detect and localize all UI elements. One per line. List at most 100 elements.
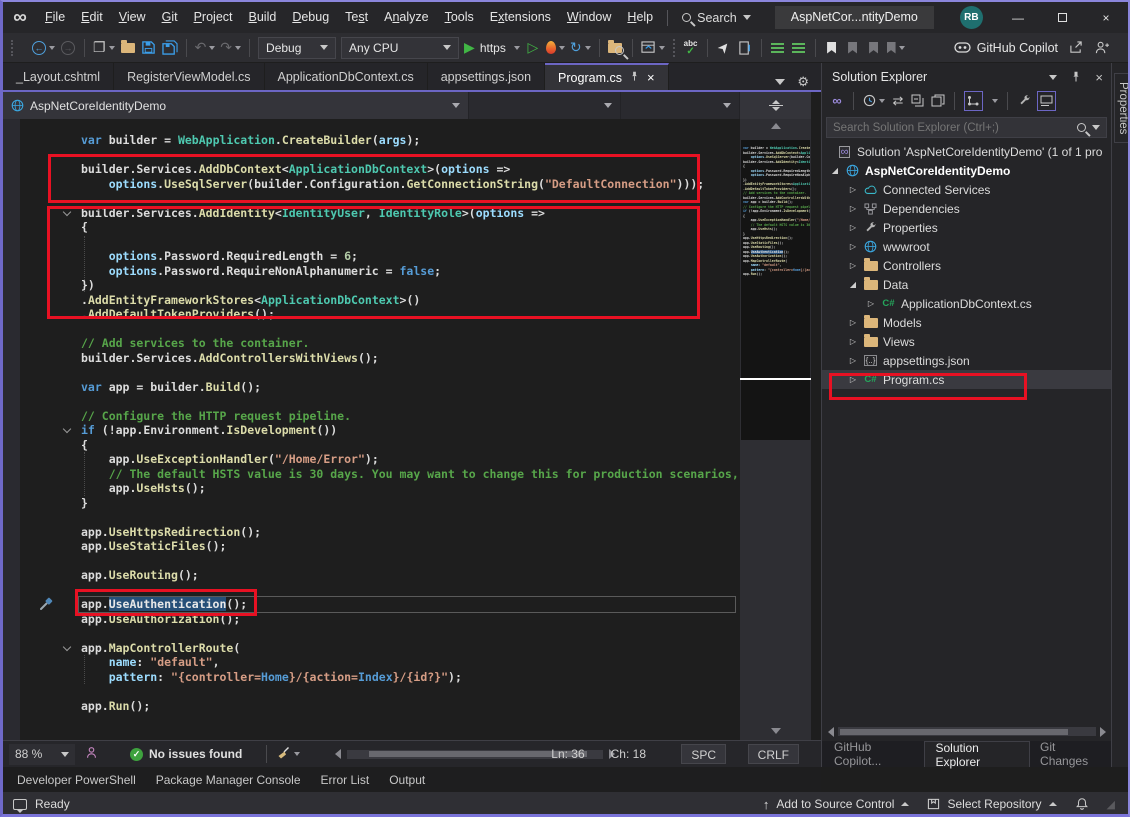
menu-tools[interactable]: Tools <box>437 2 482 33</box>
fold-chevron-icon[interactable] <box>62 424 72 434</box>
start-without-debugging-button[interactable]: ▷ <box>525 38 541 58</box>
avatar[interactable]: RB <box>959 6 983 29</box>
zoom-select[interactable]: 88 % <box>9 743 75 765</box>
close-icon[interactable]: × <box>647 70 655 85</box>
preview-selected-items-icon[interactable] <box>1037 90 1056 111</box>
tab-list-chevron-icon[interactable] <box>775 79 786 85</box>
switch-views-icon[interactable]: ⇄ <box>891 91 905 111</box>
menu-edit[interactable]: Edit <box>73 2 111 33</box>
select-repository-button[interactable]: Select Repository <box>927 797 1057 811</box>
bottom-tab-output[interactable]: Output <box>383 773 431 787</box>
save-button[interactable] <box>141 38 157 58</box>
menu-project[interactable]: Project <box>186 2 241 33</box>
search-input[interactable] <box>833 121 1071 134</box>
bottom-tab-package-manager-console[interactable]: Package Manager Console <box>150 773 307 787</box>
feedback-bubble-icon[interactable] <box>13 798 27 813</box>
tree-item-data[interactable]: ◢ Data <box>822 275 1111 294</box>
find-in-files-button[interactable] <box>607 38 624 58</box>
maximize-button[interactable] <box>1040 2 1084 33</box>
scroll-down-icon[interactable] <box>740 728 811 734</box>
minimize-button[interactable]: — <box>996 2 1040 33</box>
menu-view[interactable]: View <box>111 2 154 33</box>
tree-item-controllers[interactable]: ▷ Controllers <box>822 256 1111 275</box>
tree-item-dependencies[interactable]: ▷ Dependencies <box>822 199 1111 218</box>
code-editor[interactable]: var builder = WebApplication.CreateBuild… <box>3 119 740 740</box>
menu-build[interactable]: Build <box>241 2 285 33</box>
quick-actions-screwdriver-icon[interactable] <box>39 595 55 616</box>
editor-split-handle[interactable] <box>740 92 811 119</box>
menu-help[interactable]: Help <box>619 2 661 33</box>
line-ending-indicator[interactable]: CRLF <box>747 744 799 764</box>
collapsed-expander-icon[interactable]: ▷ <box>848 261 858 270</box>
type-dropdown[interactable] <box>469 92 621 119</box>
tree-item-solution-aspnetcoreidentitydemo-1-of-1-p[interactable]: ∞ Solution 'AspNetCoreIdentityDemo' (1 of… <box>822 142 1111 161</box>
navigate-forward-button[interactable]: → <box>60 38 76 58</box>
platform-select[interactable]: Any CPU <box>341 36 460 59</box>
fold-chevron-icon[interactable] <box>62 642 72 651</box>
start-debugging-button[interactable]: ▶ https <box>464 38 520 58</box>
send-feedback-button[interactable] <box>1094 38 1110 58</box>
tree-item-connected-services[interactable]: ▷ Connected Services <box>822 180 1111 199</box>
menu-test[interactable]: Test <box>337 2 376 33</box>
add-to-source-control-button[interactable]: ↑ Add to Source Control <box>763 797 910 812</box>
indent-decrease-button[interactable] <box>770 38 786 58</box>
indent-increase-button[interactable] <box>791 38 807 58</box>
tab--layout-cshtml[interactable]: _Layout.cshtml <box>3 63 115 90</box>
bottom-tab-error-list[interactable]: Error List <box>315 773 376 787</box>
sync-document-button[interactable] <box>737 38 753 58</box>
undo-button[interactable]: ↶ <box>195 38 216 58</box>
redo-button[interactable]: ↷ <box>220 38 242 58</box>
tree-item-properties[interactable]: ▷ Properties <box>822 218 1111 237</box>
panel-tab-github-copilot-[interactable]: GitHub Copilot... <box>824 740 924 768</box>
menu-git[interactable]: Git <box>154 2 186 33</box>
properties-window-icon[interactable] <box>931 91 945 111</box>
menu-window[interactable]: Window <box>559 2 619 33</box>
github-copilot-button[interactable]: GitHub Copilot <box>954 38 1058 58</box>
panel-tab-solution-explorer[interactable]: Solution Explorer <box>924 741 1031 769</box>
nested-view-toggle-icon[interactable] <box>964 90 983 111</box>
menu-file[interactable]: File <box>37 2 73 33</box>
wrench-icon[interactable] <box>1017 91 1031 111</box>
fold-chevron-icon[interactable] <box>62 207 72 216</box>
panel-horizontal-scrollbar[interactable] <box>828 726 1106 737</box>
tree-item-wwwroot[interactable]: ▷ wwwroot <box>822 237 1111 256</box>
collapsed-expander-icon[interactable]: ▷ <box>848 185 858 194</box>
member-dropdown[interactable] <box>621 92 740 119</box>
menu-analyze[interactable]: Analyze <box>376 2 436 33</box>
solution-explorer-search[interactable] <box>826 117 1107 138</box>
new-project-button[interactable]: ❐ <box>93 38 115 58</box>
previous-bookmark-button[interactable] <box>845 38 861 58</box>
tab-appsettings-json[interactable]: appsettings.json <box>428 63 546 90</box>
bottom-tab-developer-powershell[interactable]: Developer PowerShell <box>11 773 142 787</box>
tab-properties[interactable]: Properties <box>1114 73 1128 144</box>
tree-item-aspnetcoreidentitydemo[interactable]: ◢ AspNetCoreIdentityDemo <box>822 161 1111 180</box>
go-to-cursor-button[interactable]: ➤ <box>713 38 733 58</box>
pin-icon[interactable] <box>1070 71 1082 83</box>
bell-icon[interactable] <box>1075 797 1089 811</box>
search-box[interactable]: Search <box>674 11 759 25</box>
share-button[interactable] <box>1068 38 1084 58</box>
clear-bookmarks-button[interactable] <box>886 38 905 58</box>
close-button[interactable]: × <box>1084 2 1128 33</box>
toggle-bookmark-button[interactable] <box>824 38 840 58</box>
code-cleanup-broom-icon[interactable] <box>276 746 291 763</box>
panel-tab-git-changes[interactable]: Git Changes <box>1030 740 1111 768</box>
tree-item-applicationdbcontext-cs[interactable]: ▷ C# ApplicationDbContext.cs <box>822 294 1111 313</box>
window-layout-button[interactable] <box>640 38 665 58</box>
sync-with-active-document-icon[interactable]: ∞ <box>830 91 844 111</box>
tree-item-models[interactable]: ▷ Models <box>822 313 1111 332</box>
tree-item-appsettings-json[interactable]: ▷ {..} appsettings.json <box>822 351 1111 370</box>
navigate-back-button[interactable]: ← <box>32 38 55 58</box>
expanded-expander-icon[interactable]: ◢ <box>830 166 840 175</box>
panel-menu-chevron-icon[interactable] <box>1049 74 1058 80</box>
live-share-icon[interactable] <box>85 746 98 762</box>
restart-button[interactable]: ↻ <box>570 38 591 58</box>
collapsed-expander-icon[interactable]: ▷ <box>848 242 858 251</box>
spell-checker-button[interactable]: abc ✓ <box>683 38 699 58</box>
open-file-button[interactable] <box>120 38 136 58</box>
minimap[interactable]: var builder = WebApplication.Create Build… <box>740 92 811 742</box>
collapsed-expander-icon[interactable]: ▷ <box>848 318 858 327</box>
scroll-up-icon[interactable] <box>740 123 811 129</box>
collapsed-expander-icon[interactable]: ▷ <box>848 204 858 213</box>
collapsed-expander-icon[interactable]: ▷ <box>866 299 876 308</box>
